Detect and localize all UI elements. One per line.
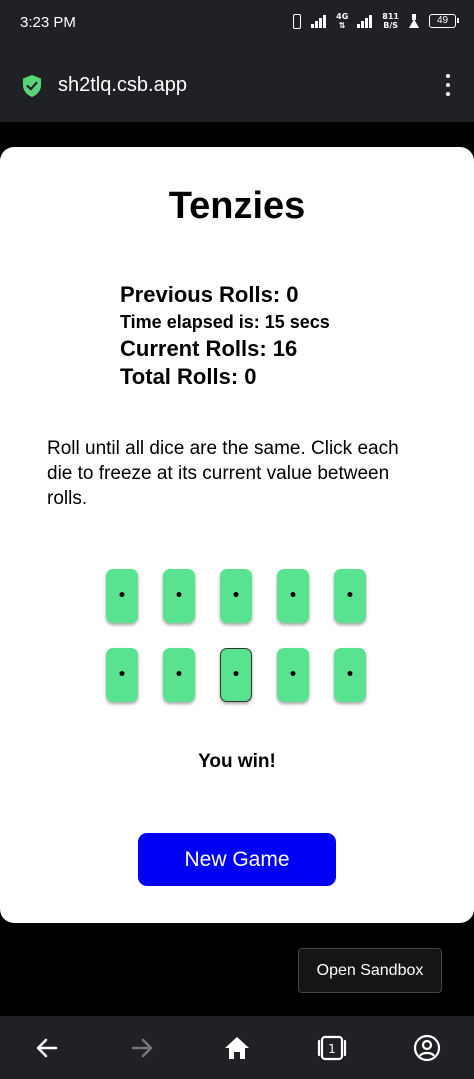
speed-unit: B/S [383, 21, 399, 30]
status-time: 3:23 PM [20, 14, 76, 31]
open-sandbox-button[interactable]: Open Sandbox [298, 948, 442, 993]
die-9[interactable]: • [277, 648, 309, 702]
new-game-button[interactable]: New Game [138, 833, 336, 886]
tab-count: 1 [328, 1042, 336, 1056]
account-icon[interactable] [407, 1028, 447, 1068]
more-menu-icon[interactable] [444, 72, 452, 98]
tabs-icon[interactable]: 1 [312, 1028, 352, 1068]
die-1[interactable]: • [106, 569, 138, 623]
vibrate-icon [290, 13, 302, 29]
signal-icon [311, 14, 327, 28]
die-10[interactable]: • [334, 648, 366, 702]
die-3[interactable]: • [220, 569, 252, 623]
die-4[interactable]: • [277, 569, 309, 623]
bottom-nav: 1 [0, 1016, 474, 1079]
die-7[interactable]: • [163, 648, 195, 702]
die-2[interactable]: • [163, 569, 195, 623]
flask-icon [408, 14, 420, 28]
current-rolls: Current Rolls: 16 [120, 336, 298, 361]
status-icons: 4G ⇅ 811 B/S 49 [290, 12, 459, 30]
win-message: You win! [198, 751, 276, 772]
dice-grid: • • • • • • • • • • [106, 569, 368, 702]
address-bar: sh2tlq.csb.app [0, 48, 474, 122]
time-elapsed: Time elapsed is: 15 secs [120, 312, 330, 332]
page-title: Tenzies [168, 185, 306, 227]
previous-rolls: Previous Rolls: 0 [120, 282, 299, 307]
network-label: 4G [336, 12, 349, 21]
instructions-text: Roll until all dice are the same. Click … [47, 438, 399, 509]
total-rolls: Total Rolls: 0 [120, 364, 257, 389]
speed-value: 811 [382, 12, 399, 21]
battery-icon: 49 [429, 14, 459, 28]
forward-icon[interactable] [122, 1028, 162, 1068]
data-speed: 811 B/S [382, 12, 399, 30]
die-6[interactable]: • [106, 648, 138, 702]
stats-panel: Previous Rolls: 0 Time elapsed is: 15 se… [120, 281, 330, 391]
home-icon[interactable] [217, 1028, 257, 1068]
app-card: Tenzies Previous Rolls: 0 Time elapsed i… [0, 147, 474, 923]
url-field[interactable]: sh2tlq.csb.app [58, 74, 187, 97]
back-icon[interactable] [27, 1028, 67, 1068]
signal-icon-2 [357, 14, 373, 28]
status-bar: 3:23 PM 4G ⇅ 811 B/S 49 [0, 0, 474, 48]
die-5[interactable]: • [334, 569, 366, 623]
die-8[interactable]: • [220, 648, 252, 702]
secure-shield-icon[interactable] [22, 75, 42, 97]
network-type: 4G ⇅ [336, 12, 349, 30]
